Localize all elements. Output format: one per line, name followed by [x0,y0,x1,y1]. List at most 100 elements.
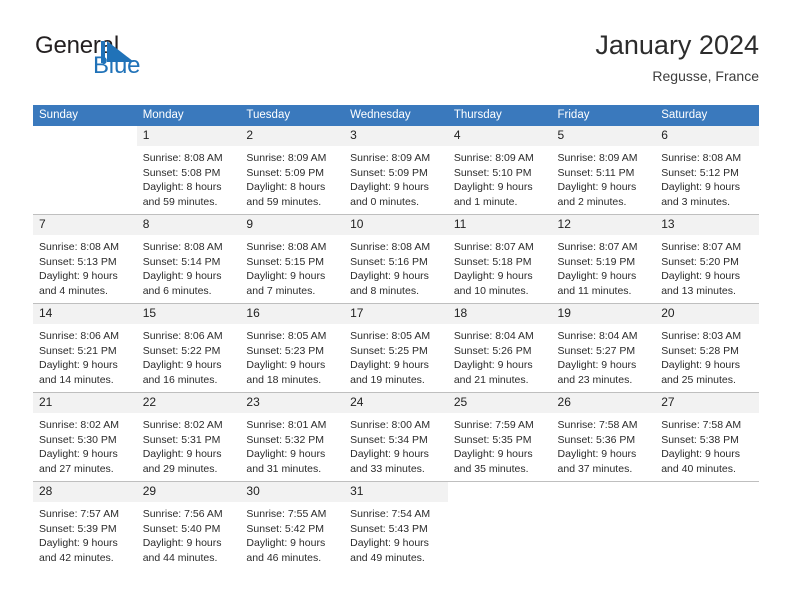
weekday-header-row: Sunday Monday Tuesday Wednesday Thursday… [33,105,759,126]
day-details: Sunrise: 8:02 AM Sunset: 5:30 PM Daylight:… [33,413,137,476]
calendar-day-cell[interactable]: 16 Sunrise: 8:05 AM Sunset: 5:23 PM Dayligh… [240,303,345,393]
calendar-day-cell[interactable]: 26 Sunrise: 7:58 AM Sunset: 5:36 PM Dayligh… [551,392,656,482]
day-detail-line: Sunrise: 8:09 AM [557,152,638,164]
day-detail-line: Sunrise: 8:07 AM [661,241,742,253]
day-cell-inner: 25 Sunrise: 7:59 AM Sunset: 5:35 PM Dayligh… [447,393,552,481]
day-number: 4 [447,126,552,146]
day-detail-line: Sunset: 5:13 PM [39,255,117,268]
day-detail-line: Sunrise: 8:09 AM [453,152,534,164]
day-detail-line: Sunrise: 7:56 AM [142,508,223,520]
day-detail-line: Sunrise: 8:02 AM [142,419,223,431]
calendar-day-cell[interactable]: 1 Sunrise: 8:08 AM Sunset: 5:08 PM Daylight… [136,126,241,215]
calendar-day-cell[interactable]: 3 Sunrise: 8:09 AM Sunset: 5:09 PM Daylight… [344,126,448,215]
day-detail-line: and 13 minutes. [661,284,736,297]
day-details: Sunrise: 8:02 AM Sunset: 5:31 PM Daylight:… [137,413,241,476]
calendar-day-cell[interactable]: 12 Sunrise: 8:07 AM Sunset: 5:19 PM Dayligh… [551,214,656,304]
day-detail-line: Daylight: 9 hours [661,448,741,461]
day-detail-line: Daylight: 9 hours [453,359,533,372]
day-detail-line: Sunset: 5:11 PM [557,166,635,179]
day-detail-line: Sunrise: 7:54 AM [350,508,431,520]
day-cell-inner: 30 Sunrise: 7:55 AM Sunset: 5:42 PM Dayligh… [240,482,345,570]
day-cell-inner: 6 Sunrise: 8:08 AM Sunset: 5:12 PM Daylight… [655,126,759,214]
calendar-page: General Blue January 2024 Regusse, Franc… [0,0,792,612]
calendar-day-cell[interactable]: 31 Sunrise: 7:54 AM Sunset: 5:43 PM Dayligh… [344,481,448,570]
day-cell-inner: 19 Sunrise: 8:04 AM Sunset: 5:27 PM Dayligh… [551,304,656,392]
calendar-day-cell[interactable]: 14 Sunrise: 8:06 AM Sunset: 5:21 PM Dayligh… [33,303,137,393]
day-detail-line: Sunrise: 8:06 AM [142,330,223,342]
day-detail-line: Sunset: 5:08 PM [142,166,221,179]
calendar-day-cell[interactable]: 22 Sunrise: 8:02 AM Sunset: 5:31 PM Dayligh… [136,392,241,482]
calendar-week-row: 28 Sunrise: 7:57 AM Sunset: 5:39 PM Dayligh… [33,481,759,570]
weekday-header-tuesday: Tuesday [240,105,345,126]
day-detail-line: Daylight: 9 hours [142,359,222,372]
day-details [655,502,759,507]
calendar-day-cell[interactable]: 19 Sunrise: 8:04 AM Sunset: 5:27 PM Dayligh… [551,303,656,393]
calendar-day-cell[interactable]: 2 Sunrise: 8:09 AM Sunset: 5:09 PM Daylight… [240,126,345,215]
day-detail-line: and 49 minutes. [350,551,425,564]
day-number: 25 [447,393,552,413]
day-detail-line: Sunrise: 8:08 AM [142,152,223,164]
calendar-day-cell[interactable]: 10 Sunrise: 8:08 AM Sunset: 5:16 PM Dayligh… [344,214,448,304]
day-cell-inner: 10 Sunrise: 8:08 AM Sunset: 5:16 PM Dayligh… [344,215,448,303]
calendar-day-cell[interactable]: 23 Sunrise: 8:01 AM Sunset: 5:32 PM Dayligh… [240,392,345,482]
brand-logo[interactable]: General Blue [33,32,263,90]
day-detail-line: Sunset: 5:38 PM [661,433,739,446]
calendar-day-cell[interactable]: 15 Sunrise: 8:06 AM Sunset: 5:22 PM Dayligh… [136,303,241,393]
day-number: 17 [344,304,448,324]
calendar-day-cell[interactable]: 29 Sunrise: 7:56 AM Sunset: 5:40 PM Dayligh… [136,481,241,570]
calendar-day-cell[interactable]: 8 Sunrise: 8:08 AM Sunset: 5:14 PM Daylight… [136,214,241,304]
calendar-week-row: 21 Sunrise: 8:02 AM Sunset: 5:30 PM Dayligh… [33,392,759,482]
calendar-day-cell[interactable]: 7 Sunrise: 8:08 AM Sunset: 5:13 PM Daylight… [33,214,137,304]
day-details [33,146,137,151]
calendar-day-cell[interactable]: 28 Sunrise: 7:57 AM Sunset: 5:39 PM Dayligh… [33,481,137,570]
day-detail-line: Sunrise: 8:02 AM [39,419,119,431]
day-number: 27 [655,393,759,413]
calendar-body: 1 Sunrise: 8:08 AM Sunset: 5:08 PM Daylight… [33,126,759,570]
day-detail-line: and 1 minute. [453,195,518,208]
day-detail-line: and 0 minutes. [350,195,419,208]
day-detail-line: Sunrise: 7:58 AM [557,419,638,431]
calendar-day-cell[interactable]: 5 Sunrise: 8:09 AM Sunset: 5:11 PM Daylight… [551,126,656,215]
calendar-day-cell[interactable]: 4 Sunrise: 8:09 AM Sunset: 5:10 PM Daylight… [447,126,552,215]
calendar-day-cell[interactable]: 6 Sunrise: 8:08 AM Sunset: 5:12 PM Daylight… [655,126,759,215]
calendar-day-cell[interactable]: 24 Sunrise: 8:00 AM Sunset: 5:34 PM Dayligh… [344,392,448,482]
day-detail-line: and 2 minutes. [557,195,627,208]
calendar-day-cell[interactable]: 13 Sunrise: 8:07 AM Sunset: 5:20 PM Dayligh… [655,214,759,304]
day-detail-line: Sunrise: 8:09 AM [246,152,327,164]
day-detail-line: Sunrise: 8:00 AM [350,419,431,431]
day-detail-line: Sunset: 5:20 PM [661,255,739,268]
calendar-day-cell[interactable]: 17 Sunrise: 8:05 AM Sunset: 5:25 PM Dayligh… [344,303,448,393]
calendar-day-cell[interactable]: 11 Sunrise: 8:07 AM Sunset: 5:18 PM Dayligh… [447,214,552,304]
day-detail-line: Sunset: 5:18 PM [453,255,532,268]
day-detail-line: Sunset: 5:09 PM [350,166,428,179]
day-detail-line: Daylight: 9 hours [246,448,326,461]
weekday-header-saturday: Saturday [655,105,759,126]
day-detail-line: Sunrise: 8:05 AM [246,330,327,342]
calendar-day-cell[interactable]: 18 Sunrise: 8:04 AM Sunset: 5:26 PM Dayligh… [447,303,552,393]
calendar-day-cell[interactable]: 27 Sunrise: 7:58 AM Sunset: 5:38 PM Dayligh… [655,392,759,482]
day-details: Sunrise: 8:00 AM Sunset: 5:34 PM Daylight:… [344,413,448,476]
day-cell-inner: 11 Sunrise: 8:07 AM Sunset: 5:18 PM Dayligh… [447,215,552,303]
day-number: 11 [447,215,552,235]
day-cell-inner: 4 Sunrise: 8:09 AM Sunset: 5:10 PM Daylight… [447,126,552,214]
day-details: Sunrise: 8:09 AM Sunset: 5:09 PM Daylight:… [344,146,448,209]
day-details: Sunrise: 8:08 AM Sunset: 5:16 PM Daylight:… [344,235,448,298]
day-details: Sunrise: 8:08 AM Sunset: 5:15 PM Daylight:… [240,235,344,298]
page-header: General Blue January 2024 Regusse, Franc… [33,28,759,96]
day-number: 8 [136,215,241,235]
day-detail-line: Daylight: 9 hours [453,181,533,194]
day-detail-line: and 59 minutes. [246,195,322,208]
day-detail-line: Sunset: 5:36 PM [557,433,636,446]
day-cell-inner: 9 Sunrise: 8:08 AM Sunset: 5:15 PM Daylight… [240,215,345,303]
day-cell-inner: 23 Sunrise: 8:01 AM Sunset: 5:32 PM Dayligh… [240,393,345,481]
calendar-day-cell[interactable]: 25 Sunrise: 7:59 AM Sunset: 5:35 PM Dayligh… [447,392,552,482]
calendar-day-cell[interactable]: 21 Sunrise: 8:02 AM Sunset: 5:30 PM Dayligh… [33,392,137,482]
calendar-day-cell[interactable]: 30 Sunrise: 7:55 AM Sunset: 5:42 PM Dayligh… [240,481,345,570]
calendar-day-cell[interactable]: 9 Sunrise: 8:08 AM Sunset: 5:15 PM Daylight… [240,214,345,304]
day-detail-line: Sunrise: 8:07 AM [557,241,638,253]
day-detail-line: Sunset: 5:22 PM [142,344,221,357]
calendar-day-cell[interactable]: 20 Sunrise: 8:03 AM Sunset: 5:28 PM Dayligh… [655,303,759,393]
day-number: 9 [240,215,345,235]
day-detail-line: Daylight: 9 hours [350,537,429,550]
day-cell-inner: 28 Sunrise: 7:57 AM Sunset: 5:39 PM Dayligh… [33,482,137,570]
